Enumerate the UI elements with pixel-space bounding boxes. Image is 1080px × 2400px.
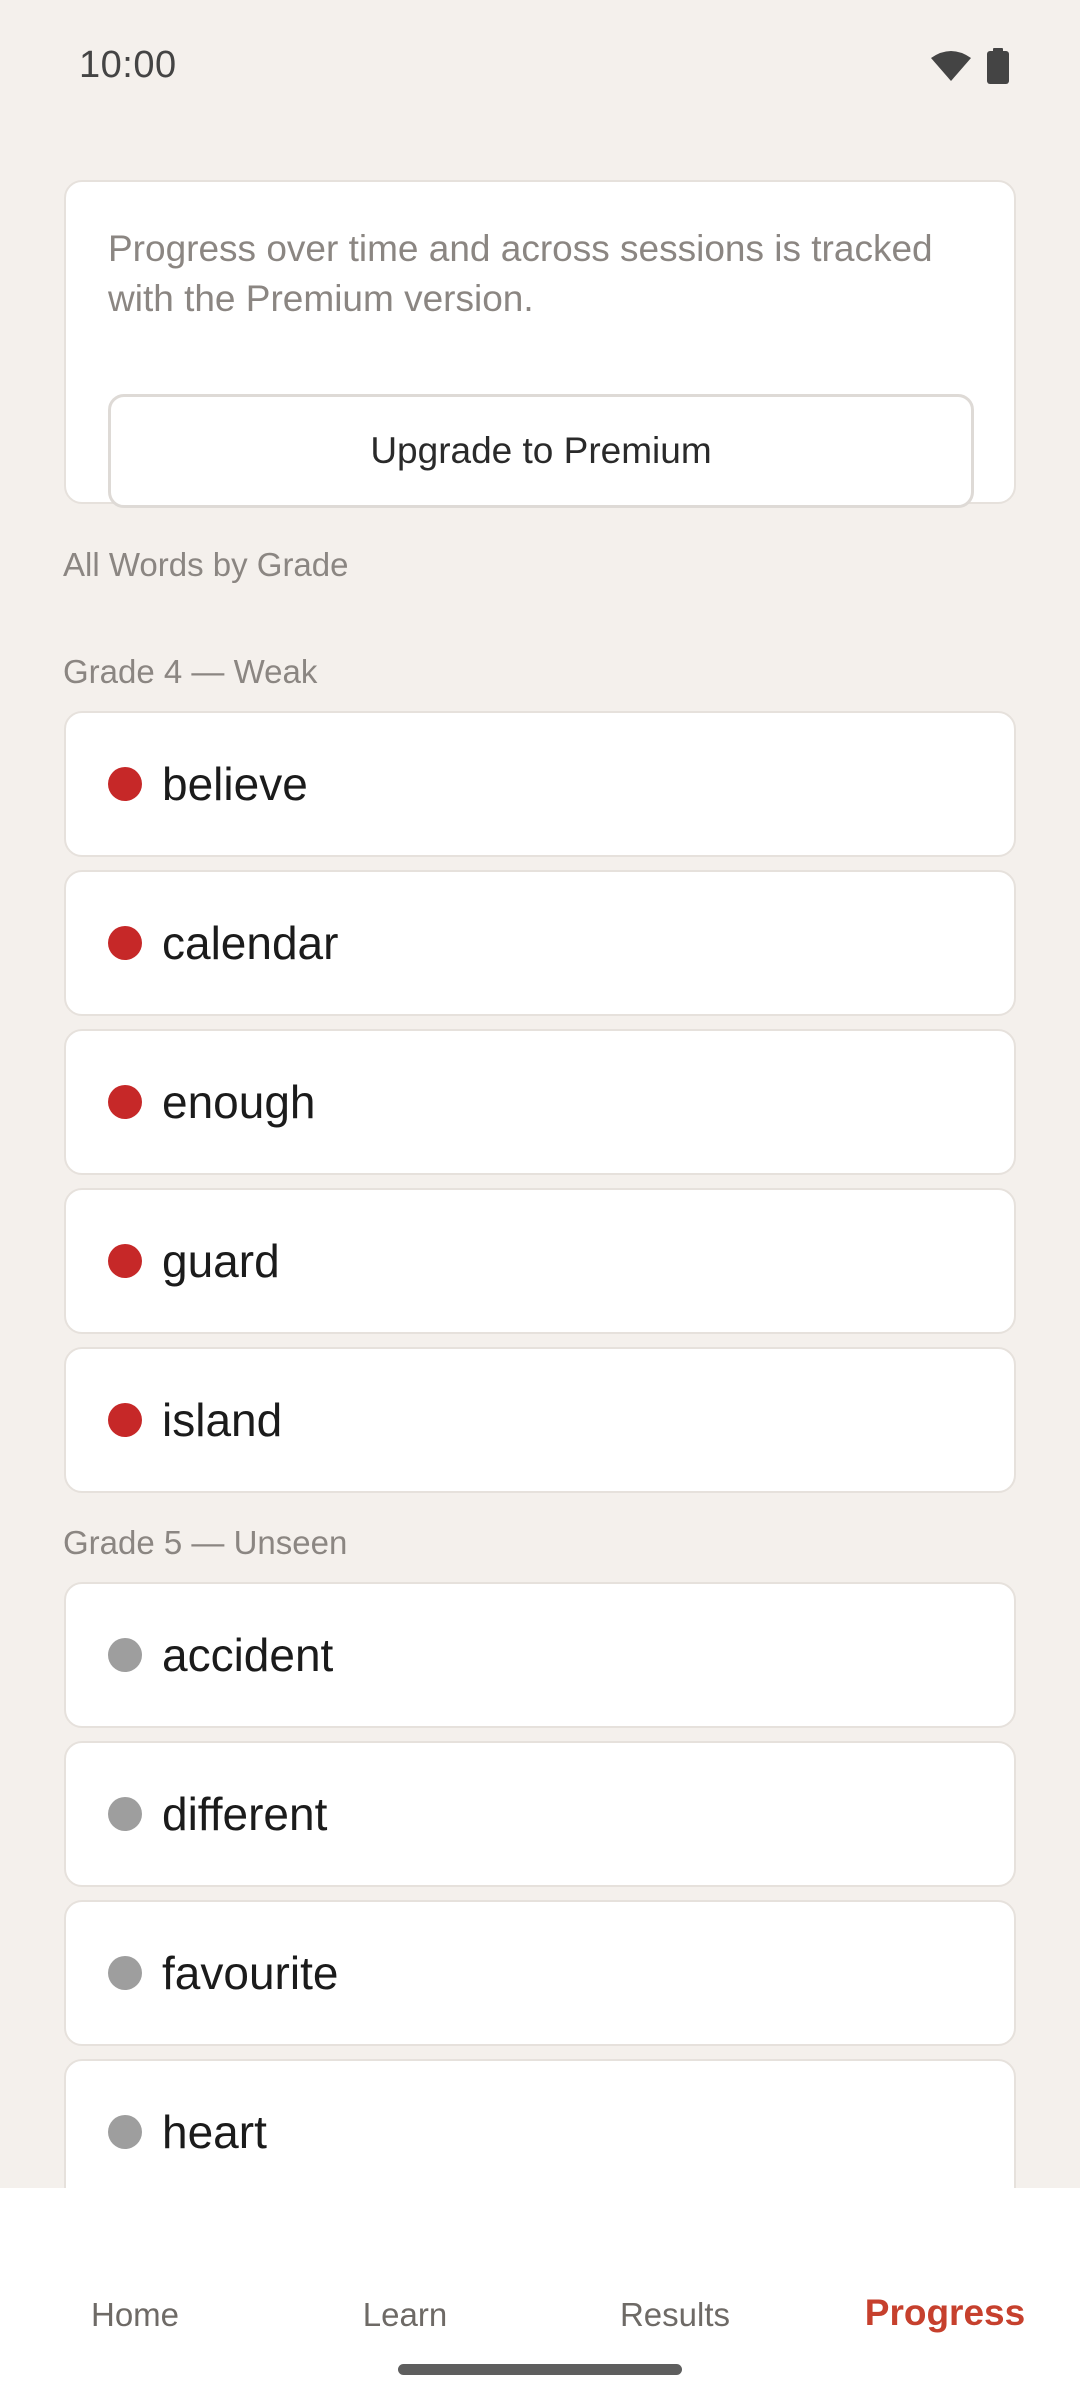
status-dot: [108, 1244, 142, 1278]
word-label: accident: [162, 1629, 334, 1681]
status-bar: 10:00: [0, 0, 1080, 132]
word-label: believe: [162, 758, 308, 810]
upgrade-to-premium-button[interactable]: Upgrade to Premium: [108, 394, 974, 508]
status-dot: [108, 1638, 142, 1672]
word-row-heart[interactable]: heart: [64, 2059, 1016, 2188]
nav-results[interactable]: Results: [540, 2296, 810, 2334]
status-icons: [931, 48, 1009, 84]
status-dot: [108, 926, 142, 960]
nav-progress[interactable]: Progress: [810, 2292, 1080, 2334]
word-label: favourite: [162, 1947, 339, 1999]
word-row-believe[interactable]: believe: [64, 711, 1016, 857]
word-row-enough[interactable]: enough: [64, 1029, 1016, 1175]
word-label: heart: [162, 2106, 267, 2158]
grade-group-title: Grade 5 — Unseen: [63, 1524, 348, 1561]
status-dot: [108, 1403, 142, 1437]
home-indicator[interactable]: [398, 2364, 682, 2375]
battery-icon: [987, 48, 1009, 84]
status-dot: [108, 2115, 142, 2149]
status-time: 10:00: [79, 44, 177, 86]
bottom-navigation: Home Learn Results Progress: [0, 2188, 1080, 2400]
progress-scroll-area[interactable]: Progress over time and across sessions i…: [0, 132, 1080, 2188]
word-row-island[interactable]: island: [64, 1347, 1016, 1493]
status-dot: [108, 1797, 142, 1831]
word-row-accident[interactable]: accident: [64, 1582, 1016, 1728]
word-label: island: [162, 1394, 283, 1446]
word-label: calendar: [162, 917, 339, 969]
word-row-guard[interactable]: guard: [64, 1188, 1016, 1334]
status-dot: [108, 1085, 142, 1119]
word-label: different: [162, 1788, 328, 1840]
wifi-icon: [931, 50, 971, 82]
word-row-favourite[interactable]: favourite: [64, 1900, 1016, 2046]
word-row-different[interactable]: different: [64, 1741, 1016, 1887]
premium-upsell-card: Progress over time and across sessions i…: [64, 180, 1016, 508]
section-title: All Words by Grade: [63, 546, 349, 583]
status-dot: [108, 767, 142, 801]
word-label: guard: [162, 1235, 280, 1287]
grade-group-title: Grade 4 — Weak: [63, 653, 318, 690]
nav-home[interactable]: Home: [0, 2296, 270, 2334]
nav-learn[interactable]: Learn: [270, 2296, 540, 2334]
word-label: enough: [162, 1076, 316, 1128]
status-dot: [108, 1956, 142, 1990]
word-row-calendar[interactable]: calendar: [64, 870, 1016, 1016]
premium-message: Progress over time and across sessions i…: [108, 228, 933, 319]
